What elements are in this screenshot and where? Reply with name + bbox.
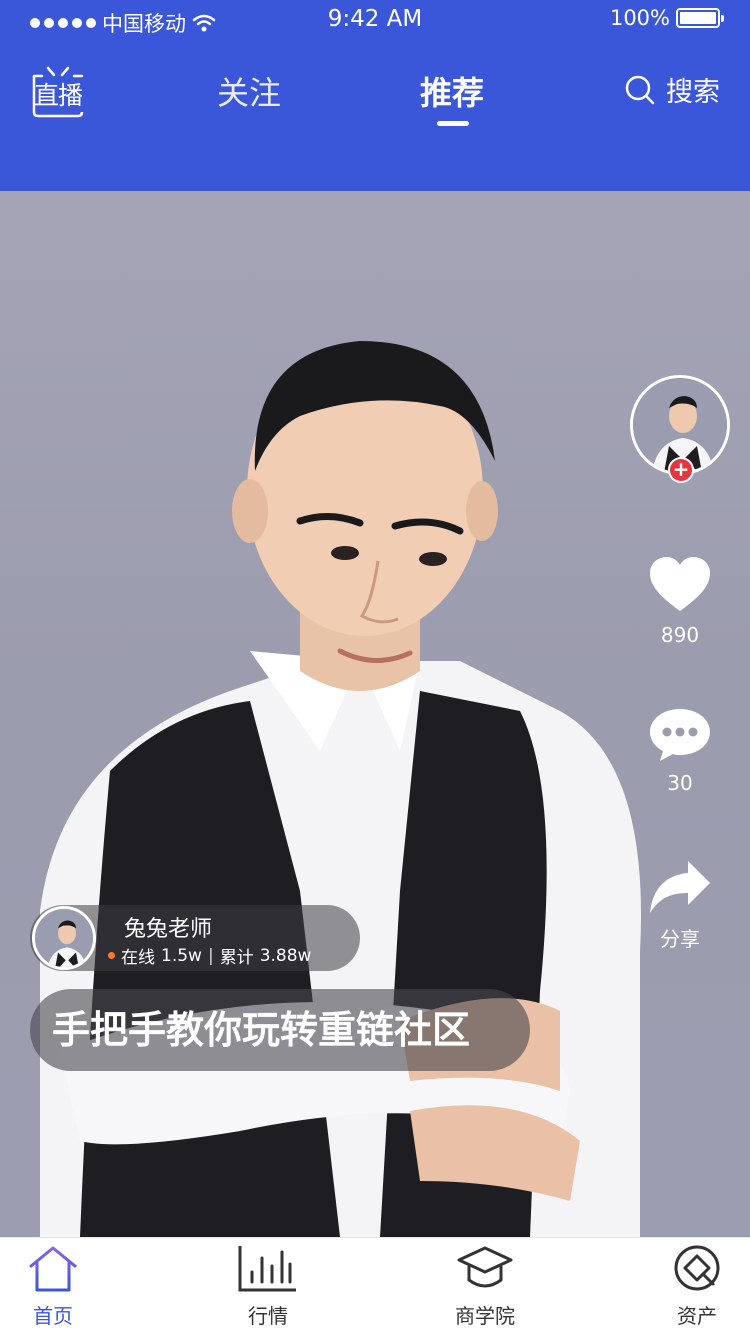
anchor-stats: 在线 1.5w | 累计 3.88w bbox=[108, 943, 311, 968]
status-bar: 中国移动 9:42 AM 100% bbox=[0, 0, 750, 40]
bar-chart-icon bbox=[238, 1246, 296, 1292]
logo-text: 直播 bbox=[33, 81, 83, 110]
bottom-tab-bar: 首页 行情 商学院 资产 bbox=[0, 1237, 750, 1334]
like-count: 890 bbox=[660, 623, 700, 647]
tab-market[interactable]: 行情 bbox=[208, 1238, 328, 1334]
tab-recommend[interactable]: 推荐 bbox=[420, 68, 484, 114]
stream-title: 手把手教你玩转重链社区 bbox=[30, 989, 530, 1071]
graduation-cap-icon bbox=[457, 1246, 513, 1288]
share-label: 分享 bbox=[660, 927, 700, 951]
battery-icon bbox=[676, 8, 724, 28]
heart-icon bbox=[650, 557, 710, 611]
share-icon bbox=[650, 861, 710, 913]
tab-market-label: 行情 bbox=[248, 1304, 288, 1328]
side-actions: + 890 30 分享 bbox=[610, 191, 750, 1237]
search-button[interactable]: 搜索 bbox=[624, 70, 720, 109]
follow-plus-button[interactable]: + bbox=[668, 457, 694, 483]
tab-home-label: 首页 bbox=[33, 1304, 73, 1328]
online-count: 1.5w bbox=[161, 945, 202, 966]
header: 中国移动 9:42 AM 100% 直播 关注 推荐 搜索 bbox=[0, 0, 750, 191]
stats-divider: | bbox=[207, 945, 214, 966]
total-label: 累计 bbox=[219, 948, 254, 968]
live-logo[interactable]: 直播 bbox=[30, 64, 86, 118]
comment-count: 30 bbox=[667, 771, 693, 795]
share-button[interactable]: 分享 bbox=[610, 859, 750, 952]
tab-follow[interactable]: 关注 bbox=[217, 68, 281, 114]
tab-business-school-label: 商学院 bbox=[455, 1304, 515, 1328]
status-right: 100% bbox=[609, 6, 724, 30]
battery-percent: 100% bbox=[609, 6, 670, 30]
tab-assets[interactable]: 资产 bbox=[637, 1238, 750, 1334]
online-dot-icon bbox=[108, 952, 115, 959]
home-icon bbox=[29, 1246, 77, 1292]
comment-button[interactable]: 30 bbox=[610, 707, 750, 795]
anchor-avatar[interactable] bbox=[32, 906, 96, 970]
tab-home[interactable]: 首页 bbox=[0, 1238, 113, 1334]
avatar-image bbox=[35, 909, 93, 967]
like-button[interactable]: 890 bbox=[610, 555, 750, 647]
top-nav: 直播 关注 推荐 搜索 bbox=[0, 56, 750, 136]
anchor-name: 兔兔老师 bbox=[124, 917, 213, 942]
anchor-card[interactable]: 兔兔老师 在线 1.5w | 累计 3.88w bbox=[30, 905, 360, 971]
search-icon bbox=[625, 75, 655, 104]
comment-icon bbox=[650, 709, 710, 761]
active-tab-indicator bbox=[437, 121, 469, 126]
live-video-area[interactable]: + 890 30 分享 兔兔老师 在线 1.5w | 累计 3.88w 手把手教… bbox=[0, 191, 750, 1237]
total-count: 3.88w bbox=[259, 945, 312, 966]
online-label: 在线 bbox=[121, 948, 155, 968]
tab-business-school[interactable]: 商学院 bbox=[425, 1238, 545, 1334]
tab-assets-label: 资产 bbox=[677, 1304, 717, 1328]
assets-icon bbox=[674, 1245, 720, 1291]
search-label: 搜索 bbox=[666, 77, 720, 108]
